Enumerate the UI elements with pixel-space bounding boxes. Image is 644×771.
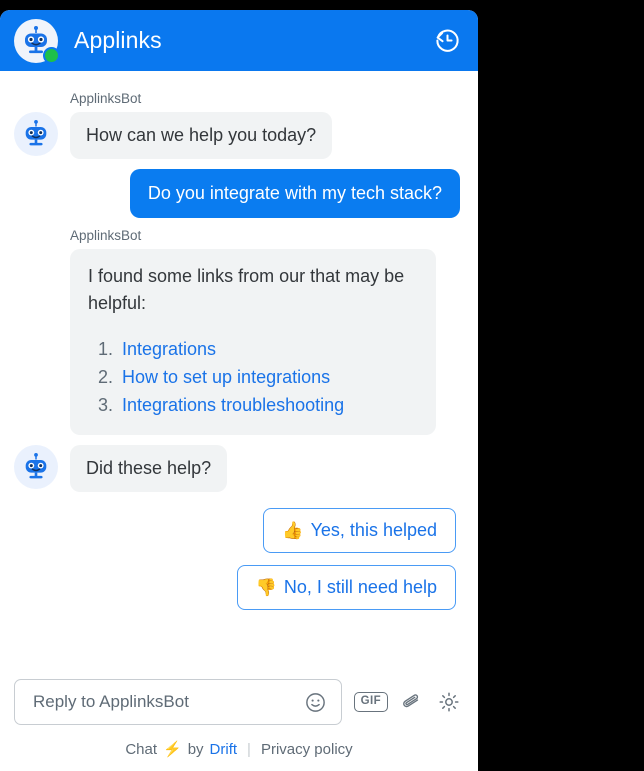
- bot-message-bubble: How can we help you today?: [70, 112, 333, 159]
- drift-chat-widget: Applinks ApplinksBot How can we help you…: [0, 10, 478, 771]
- list-item: Integrations troubleshooting: [118, 391, 418, 419]
- composer-tool-group: GIF: [353, 687, 464, 717]
- list-item: Integrations: [118, 335, 418, 363]
- thumbs-up-icon: 👍: [282, 521, 304, 540]
- reply-input-wrapper[interactable]: [14, 679, 342, 725]
- bot-message-bubble: Did these help?: [70, 445, 228, 492]
- chat-header: Applinks: [0, 10, 478, 71]
- reply-input[interactable]: [31, 691, 301, 713]
- emoji-picker-button[interactable]: [301, 687, 331, 717]
- privacy-policy-link[interactable]: Privacy policy: [261, 741, 353, 758]
- quick-reply-no-button[interactable]: 👎 No, I still need help: [236, 565, 456, 610]
- message-row-user: Do you integrate with my tech stack?: [14, 169, 460, 218]
- drift-brand-link[interactable]: Drift: [210, 741, 238, 758]
- link-integrations-troubleshooting[interactable]: Integrations troubleshooting: [122, 395, 344, 415]
- bot-links-bubble: I found some links from our that may be …: [70, 249, 436, 435]
- message-row-bot-greeting: How can we help you today?: [14, 112, 460, 159]
- links-intro-text: I found some links from our that may be …: [88, 266, 405, 313]
- thumbs-down-icon: 👎: [255, 578, 277, 597]
- message-row-bot-followup: Did these help?: [14, 445, 460, 492]
- online-status-dot: [43, 46, 60, 64]
- history-restore-icon[interactable]: [432, 26, 462, 56]
- message-list: ApplinksBot How can we help you today? D…: [0, 71, 478, 669]
- suggested-links-list: Integrations How to set up integrations …: [88, 335, 418, 419]
- gif-button[interactable]: GIF: [353, 692, 388, 712]
- bot-avatar-slot: [14, 445, 58, 489]
- footer-by-text: by: [187, 740, 204, 758]
- bot-sender-label: ApplinksBot: [70, 228, 142, 243]
- header-bot-avatar: [14, 18, 60, 64]
- paperclip-icon[interactable]: [396, 687, 426, 717]
- message-row-bot-links: I found some links from our that may be …: [14, 249, 460, 435]
- bot-sender-label: ApplinksBot: [70, 91, 142, 106]
- footer-divider: |: [247, 740, 251, 758]
- message-composer: GIF: [0, 669, 478, 727]
- gear-icon[interactable]: [434, 687, 464, 717]
- avatar-circle: [14, 112, 58, 156]
- list-item: How to set up integrations: [118, 363, 418, 391]
- bolt-icon: ⚡: [163, 741, 182, 758]
- widget-footer: Chat ⚡ by Drift | Privacy policy: [0, 727, 478, 771]
- avatar-circle: [14, 445, 58, 489]
- user-message-bubble: Do you integrate with my tech stack?: [129, 169, 460, 218]
- robot-avatar-icon: [25, 452, 47, 479]
- quick-reply-group: 👍 Yes, this helped 👎 No, I still need he…: [14, 508, 460, 622]
- page-title: Applinks: [74, 27, 162, 53]
- footer-chat-text: Chat: [125, 740, 158, 758]
- quick-reply-yes-button[interactable]: 👍 Yes, this helped: [263, 508, 456, 553]
- quick-reply-yes-label: Yes, this helped: [310, 520, 437, 540]
- link-how-to-set-up-integrations[interactable]: How to set up integrations: [122, 367, 330, 387]
- robot-avatar-icon: [25, 119, 47, 146]
- link-integrations[interactable]: Integrations: [122, 339, 216, 359]
- bot-avatar-slot: [14, 112, 58, 156]
- quick-reply-no-label: No, I still need help: [283, 577, 437, 597]
